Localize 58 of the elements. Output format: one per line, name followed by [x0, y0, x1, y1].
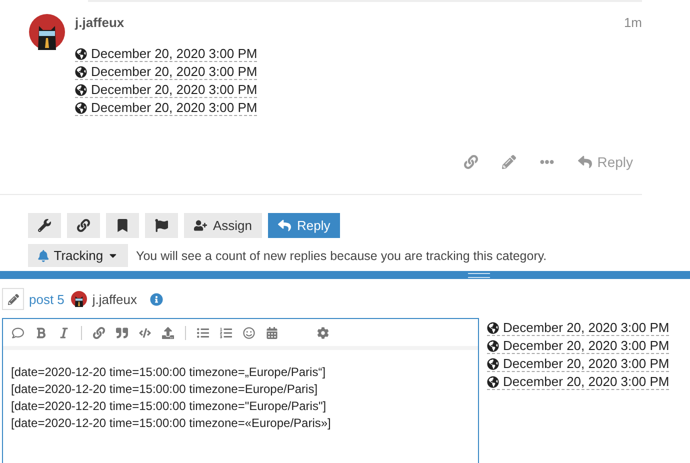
globe-icon — [75, 84, 87, 96]
bookmark-button[interactable] — [106, 213, 139, 238]
copy-link-button[interactable] — [462, 153, 480, 171]
bullet-list-icon[interactable] — [197, 326, 209, 338]
bookmark-icon — [116, 219, 129, 232]
globe-icon — [75, 48, 87, 60]
info-icon[interactable] — [150, 292, 163, 306]
assign-button[interactable]: Assign — [184, 213, 262, 238]
settings-icon[interactable] — [317, 326, 329, 338]
notification-description: You will see a count of new replies because you are tracking this category. — [136, 248, 547, 262]
globe-icon — [487, 358, 499, 370]
pencil-icon — [8, 294, 18, 304]
upload-icon[interactable] — [162, 326, 174, 338]
local-date[interactable]: December 20, 2020 3:00 PM — [487, 374, 670, 390]
link-icon — [464, 155, 478, 169]
quote-icon[interactable] — [12, 326, 24, 338]
flag-icon — [155, 219, 168, 232]
notification-level-dropdown[interactable]: Tracking — [28, 244, 128, 267]
reply-button[interactable]: Reply — [268, 213, 340, 238]
link-button[interactable] — [67, 213, 100, 238]
local-date[interactable]: December 20, 2020 3:00 PM — [75, 82, 258, 98]
reply-icon — [278, 219, 292, 232]
local-date[interactable]: December 20, 2020 3:00 PM — [75, 46, 258, 62]
link-icon[interactable] — [93, 326, 105, 338]
bold-icon[interactable] — [35, 326, 47, 338]
calendar-icon[interactable] — [266, 326, 278, 338]
username: j.jaffeux — [92, 292, 137, 306]
pencil-icon — [502, 155, 516, 169]
action-button[interactable] — [2, 288, 24, 310]
globe-icon — [487, 376, 499, 388]
wrench-button[interactable] — [28, 213, 61, 238]
italic-icon[interactable] — [58, 326, 70, 338]
avatar — [29, 14, 65, 50]
local-date[interactable]: December 20, 2020 3:00 PM — [487, 356, 670, 372]
blockquote-icon[interactable] — [116, 326, 128, 338]
globe-icon — [487, 340, 499, 352]
post-age: 1m — [624, 14, 642, 30]
local-date[interactable]: December 20, 2020 3:00 PM — [487, 320, 670, 336]
text-area[interactable]: [date=2020-12-20 time=15:00:00 timezone=„Europe/Paris“] [date=2020-12-20 time=15:00:00 timezone=Europe/Paris] [date=2020-12-20 time=15:00:00 timezone="Europe/Paris"] [date=2020-12-20 time=15:00:00 timezone=«Europe/Paris»] — [3, 350, 478, 446]
add-user-icon — [194, 219, 207, 232]
local-date[interactable]: December 20, 2020 3:00 PM — [75, 100, 258, 116]
username[interactable]: j.jaffeux — [75, 14, 124, 30]
flag-button[interactable] — [145, 213, 178, 238]
bell-icon — [38, 250, 49, 262]
emoji-icon[interactable] — [243, 326, 255, 338]
edit-button[interactable] — [500, 153, 518, 171]
globe-icon — [75, 102, 87, 114]
reply-to-link[interactable]: post 5 — [29, 292, 64, 306]
code-icon[interactable] — [139, 326, 151, 338]
link-icon — [77, 219, 90, 232]
avatar — [71, 291, 88, 307]
globe-icon — [487, 322, 499, 334]
local-date[interactable]: December 20, 2020 3:00 PM — [75, 64, 258, 80]
wrench-icon — [38, 219, 51, 232]
reply-icon — [578, 155, 592, 169]
numbered-list-icon[interactable] — [220, 326, 232, 338]
globe-icon — [75, 66, 87, 78]
local-date[interactable]: December 20, 2020 3:00 PM — [487, 338, 670, 354]
